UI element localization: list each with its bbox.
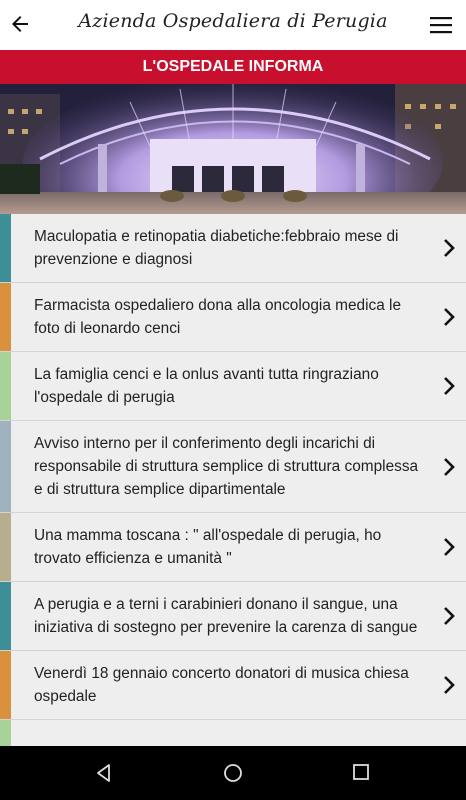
category-color-stripe [0, 582, 11, 650]
category-color-stripe [0, 283, 11, 351]
chevron-right-icon [444, 607, 455, 625]
category-color-stripe [0, 720, 11, 746]
chevron-right-icon [444, 377, 455, 395]
news-list-item[interactable]: Una mamma toscana : " all'ospedale di pe… [0, 513, 466, 582]
news-list-item[interactable]: A perugia e a terni i carabinieri donano… [0, 582, 466, 651]
news-title: Avviso interno per il conferimento degli… [34, 435, 419, 498]
chevron-right-icon [444, 239, 455, 257]
chevron-right-icon [444, 676, 455, 694]
news-list-item[interactable] [0, 720, 466, 746]
chevron-right-icon [444, 538, 455, 556]
news-list-item[interactable]: Farmacista ospedaliero dona alla oncolog… [0, 283, 466, 352]
news-list: Maculopatia e retinopatia diabetiche:feb… [0, 214, 466, 746]
category-color-stripe [0, 421, 11, 512]
nav-recent-apps-icon[interactable] [352, 763, 370, 781]
system-navigation-bar [0, 746, 466, 800]
category-color-stripe [0, 651, 11, 719]
category-color-stripe [0, 214, 11, 282]
app-title: Azienda Ospedaliera di Perugia [78, 10, 388, 32]
category-color-stripe [0, 352, 11, 420]
news-title: Una mamma toscana : " all'ospedale di pe… [34, 527, 382, 567]
news-list-item[interactable]: Avviso interno per il conferimento degli… [0, 421, 466, 513]
news-title: A perugia e a terni i carabinieri donano… [34, 596, 418, 636]
news-title: Maculopatia e retinopatia diabetiche:feb… [34, 228, 399, 268]
section-title: L'OSPEDALE INFORMA [142, 58, 324, 75]
nav-home-icon[interactable] [222, 762, 244, 784]
chevron-right-icon [444, 457, 455, 476]
back-arrow-icon[interactable] [8, 12, 32, 36]
hospital-entrance-image [0, 84, 466, 214]
news-title: Venerdì 18 gennaio concerto donatori di … [34, 665, 409, 705]
app-bar: Azienda Ospedaliera di Perugia [0, 0, 466, 50]
category-color-stripe [0, 513, 11, 581]
news-title: La famiglia cenci e la onlus avanti tutt… [34, 366, 379, 406]
news-title: Farmacista ospedaliero dona alla oncolog… [34, 297, 402, 337]
chevron-right-icon [444, 308, 455, 326]
section-title-bar: L'OSPEDALE INFORMA [0, 50, 466, 84]
hamburger-menu-icon[interactable] [429, 13, 453, 37]
news-list-item[interactable]: La famiglia cenci e la onlus avanti tutt… [0, 352, 466, 421]
nav-back-icon[interactable] [94, 763, 114, 783]
news-list-item[interactable]: Venerdì 18 gennaio concerto donatori di … [0, 651, 466, 720]
news-list-item[interactable]: Maculopatia e retinopatia diabetiche:feb… [0, 214, 466, 283]
